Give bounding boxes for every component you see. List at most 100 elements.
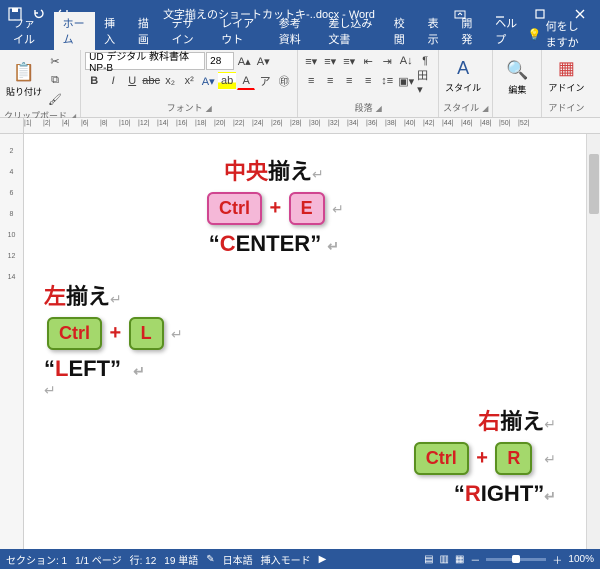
group-paragraph: ≡▾ ≡▾ ≡▾ ⇤ ⇥ A↓ ¶ ≡ ≡ ≡ ≡ ↕≡ ▣▾ 田▾	[298, 50, 439, 117]
editing-button[interactable]: 🔍編集	[497, 52, 537, 103]
keycap-l: L	[129, 317, 164, 350]
zoom-out-icon[interactable]: －	[470, 552, 480, 567]
font-launcher[interactable]: ◢	[206, 104, 212, 113]
styles-group-label: スタイル	[443, 103, 479, 113]
styles-icon: A	[457, 58, 469, 79]
group-editing: 🔍編集	[493, 50, 542, 117]
keycap-ctrl: Ctrl	[207, 192, 262, 225]
paste-button[interactable]: 📋 貼り付け	[4, 52, 44, 108]
justify-icon[interactable]: ≡	[359, 72, 377, 90]
indent-dec-icon[interactable]: ⇤	[359, 52, 377, 70]
numbering-icon[interactable]: ≡▾	[321, 52, 339, 70]
tab-references[interactable]: 参考資料	[270, 12, 320, 50]
keycap-ctrl: Ctrl	[414, 442, 469, 475]
view-print-icon[interactable]: ▥	[440, 554, 449, 565]
styles-button[interactable]: Aスタイル	[443, 52, 483, 100]
subscript-icon[interactable]: x₂	[161, 72, 179, 90]
search-icon: 🔍	[506, 60, 528, 81]
status-lang[interactable]: 日本語	[223, 552, 253, 567]
shrink-font-icon[interactable]: A▾	[254, 52, 272, 70]
keycap-e: E	[289, 192, 325, 225]
status-page[interactable]: 1/1 ページ	[75, 552, 121, 567]
addin-group-label: アドイン	[546, 100, 586, 115]
bullets-icon[interactable]: ≡▾	[302, 52, 320, 70]
font-name-combo[interactable]: UD デジタル 教科書体 NP-B	[85, 52, 205, 70]
indent-inc-icon[interactable]: ⇥	[378, 52, 396, 70]
scrollbar-thumb[interactable]	[589, 154, 599, 214]
tab-review[interactable]: 校閲	[385, 12, 419, 50]
addin-icon: ▦	[558, 58, 575, 79]
editing-group-label	[497, 103, 537, 115]
tab-developer[interactable]: 開発	[452, 12, 486, 50]
zoom-in-icon[interactable]: ＋	[552, 552, 562, 567]
tab-view[interactable]: 表示	[419, 12, 453, 50]
statusbar: セクション: 1 1/1 ページ 行: 12 19 単語 ✎ 日本語 挿入モード…	[0, 549, 600, 569]
styles-launcher[interactable]: ◢	[482, 104, 488, 113]
enclose-icon[interactable]: ㊞	[275, 72, 293, 90]
center-block: 中央揃え↵ Ctrl + E ↵ “CENTER” ↵	[204, 154, 344, 257]
sort-icon[interactable]: A↓	[397, 52, 415, 70]
status-line[interactable]: 行: 12	[130, 552, 157, 567]
align-center-icon[interactable]: ≡	[321, 72, 339, 90]
tell-me-label: 何をしますか	[546, 18, 588, 50]
document-area: 2468101214 中央揃え↵ Ctrl + E ↵ “CENTER” ↵ 左…	[0, 134, 600, 549]
tab-mailings[interactable]: 差し込み文書	[319, 12, 384, 50]
group-clipboard: 📋 貼り付け ✂ ⧉ 🖌 クリップボード◢	[0, 50, 81, 117]
underline-icon[interactable]: U	[123, 72, 141, 90]
keycap-r: R	[495, 442, 532, 475]
ribbon-tabs: ファイル ホーム 挿入 描画 デザイン レイアウト 参考資料 差し込み文書 校閲…	[0, 28, 600, 50]
grow-font-icon[interactable]: A▴	[235, 52, 253, 70]
paragraph-launcher[interactable]: ◢	[376, 104, 382, 113]
superscript-icon[interactable]: x²	[180, 72, 198, 90]
tab-file[interactable]: ファイル	[4, 12, 54, 50]
font-color-icon[interactable]: A	[237, 72, 255, 90]
strike-icon[interactable]: abc	[142, 72, 160, 90]
text-effects-icon[interactable]: A▾	[199, 72, 217, 90]
vertical-ruler[interactable]: 2468101214	[0, 134, 24, 549]
tab-home[interactable]: ホーム	[54, 12, 95, 50]
align-left-icon[interactable]: ≡	[302, 72, 320, 90]
line-spacing-icon[interactable]: ↕≡	[378, 72, 396, 90]
status-section[interactable]: セクション: 1	[6, 552, 67, 567]
status-words[interactable]: 19 単語	[164, 552, 198, 567]
highlight-icon[interactable]: ab	[218, 72, 236, 90]
group-font: UD デジタル 教科書体 NP-B 28 A▴ A▾ B I U abc x₂ …	[81, 50, 298, 117]
zoom-slider[interactable]	[486, 558, 546, 561]
tab-layout[interactable]: レイアウト	[212, 12, 270, 50]
view-read-icon[interactable]: ▤	[424, 554, 433, 565]
lightbulb-icon: 💡	[528, 28, 542, 41]
horizontal-ruler[interactable]: |1||2||4||6||8||10||12||14||16||18||20||…	[24, 118, 600, 133]
tab-insert[interactable]: 挿入	[95, 12, 129, 50]
font-group-label: フォント	[167, 103, 203, 113]
zoom-level[interactable]: 100%	[568, 554, 594, 565]
tab-help[interactable]: ヘルプ	[486, 12, 528, 50]
tell-me-search[interactable]: 💡 何をしますか	[528, 18, 596, 50]
format-painter-icon[interactable]: 🖌	[46, 90, 64, 108]
borders-icon[interactable]: 田▾	[416, 72, 434, 90]
font-size-combo[interactable]: 28	[206, 52, 234, 70]
addin-button[interactable]: ▦アドイン	[546, 52, 586, 100]
view-web-icon[interactable]: ▦	[455, 554, 464, 565]
ruby-icon[interactable]: ア	[256, 72, 274, 90]
italic-icon[interactable]: I	[104, 72, 122, 90]
status-spellcheck-icon[interactable]: ✎	[206, 554, 214, 565]
paste-icon: 📋	[13, 62, 35, 83]
left-block: 左揃え↵ Ctrl + L ↵ “LEFT” ↵ ↵	[44, 279, 183, 400]
document-page[interactable]: 中央揃え↵ Ctrl + E ↵ “CENTER” ↵ 左揃え↵ Ctrl + …	[24, 134, 586, 549]
shading-icon[interactable]: ▣▾	[397, 72, 415, 90]
tab-design[interactable]: デザイン	[163, 12, 213, 50]
copy-icon[interactable]: ⧉	[46, 71, 64, 89]
right-block: 右揃え↵ Ctrl + R ↵ “RIGHT”↵	[411, 404, 556, 507]
tab-draw[interactable]: 描画	[129, 12, 163, 50]
vertical-scrollbar[interactable]	[586, 134, 600, 549]
status-macro-icon[interactable]: ▶	[319, 554, 327, 565]
paste-label: 貼り付け	[6, 85, 42, 98]
ruler-corner	[0, 118, 24, 133]
cut-icon[interactable]: ✂	[46, 52, 64, 70]
multilevel-icon[interactable]: ≡▾	[340, 52, 358, 70]
align-right-icon[interactable]: ≡	[340, 72, 358, 90]
status-mode[interactable]: 挿入モード	[261, 552, 311, 567]
word-window: ▾ 文字揃えのショートカットキ-..docx - Word ファイル ホーム 挿…	[0, 0, 600, 569]
bold-icon[interactable]: B	[85, 72, 103, 90]
keycap-ctrl: Ctrl	[47, 317, 102, 350]
